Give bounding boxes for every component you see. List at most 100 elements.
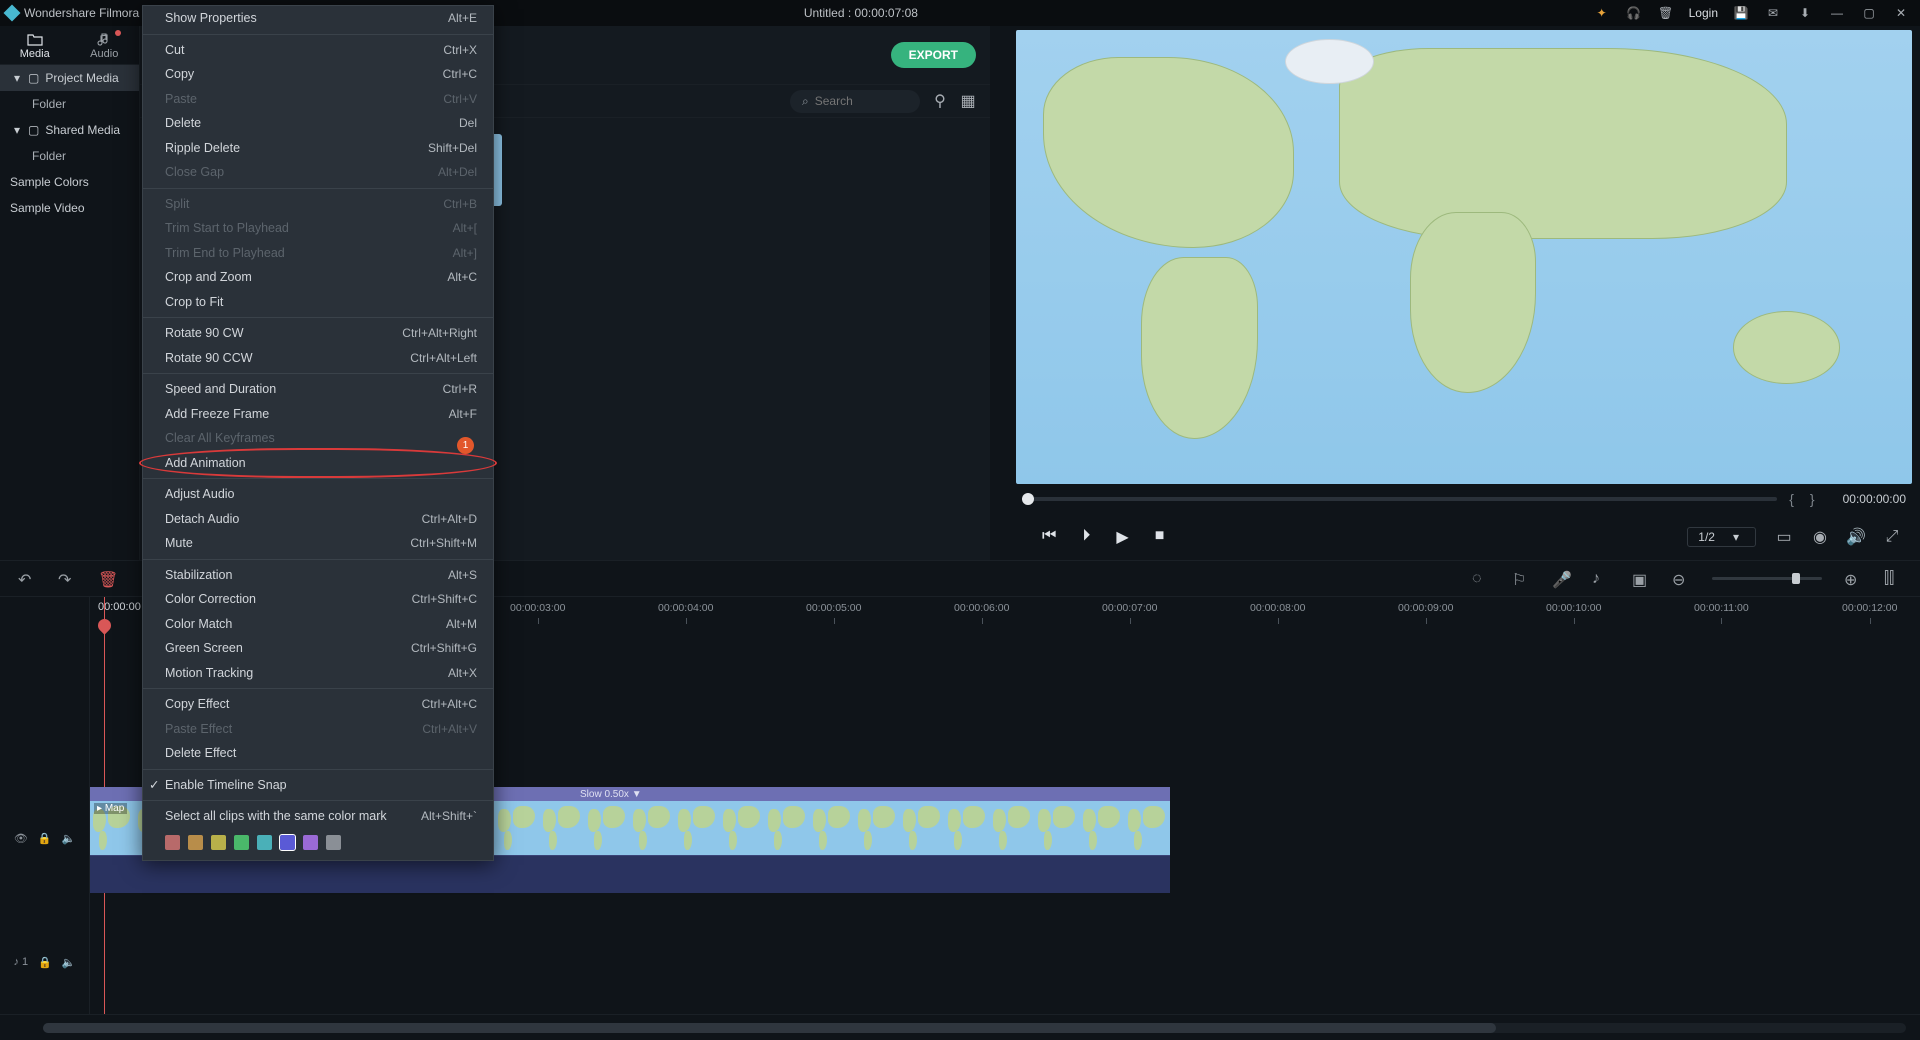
audio-track-header[interactable]: ♪ 1 🔒 🔈: [0, 950, 89, 974]
progress-knob[interactable]: [1022, 493, 1034, 505]
clip-speed-label[interactable]: Slow 0.50x ▼: [580, 789, 642, 800]
menu-item-delete-effect[interactable]: Delete Effect: [143, 741, 493, 766]
tab-media[interactable]: Media: [0, 26, 70, 64]
zoom-slider[interactable]: [1712, 577, 1822, 580]
lightbulb-icon[interactable]: ✦: [1593, 4, 1611, 22]
color-swatch[interactable]: [234, 835, 249, 850]
menu-item-ripple-delete[interactable]: Ripple DeleteShift+Del: [143, 136, 493, 161]
chevron-down-icon: ▾: [1733, 530, 1739, 544]
lock-icon[interactable]: 🔒: [38, 832, 52, 845]
clip-audio-waveform: [90, 855, 1170, 893]
menu-item-rotate-90-ccw[interactable]: Rotate 90 CCWCtrl+Alt+Left: [143, 346, 493, 371]
menu-item-color-match[interactable]: Color MatchAlt+M: [143, 612, 493, 637]
maximize-button[interactable]: ▢: [1860, 4, 1878, 22]
progress-track[interactable]: [1022, 497, 1777, 501]
menu-item-detach-audio[interactable]: Detach AudioCtrl+Alt+D: [143, 507, 493, 532]
audio-mixer-icon[interactable]: ♪: [1592, 570, 1610, 588]
display-icon[interactable]: ▭: [1776, 529, 1792, 545]
volume-icon[interactable]: 🔊: [1848, 529, 1864, 545]
mute-track-icon[interactable]: 🔈: [61, 832, 75, 845]
menu-item-select-all-clips-with-the-same-color-mark[interactable]: Select all clips with the same color mar…: [143, 804, 493, 829]
tree-sample-video[interactable]: Sample Video: [0, 195, 139, 221]
search-icon: ⌕: [802, 94, 809, 109]
mail-icon[interactable]: ✉: [1764, 4, 1782, 22]
menu-item-delete[interactable]: DeleteDel: [143, 111, 493, 136]
ruler-tick: 00:00:12:00: [1842, 602, 1897, 614]
menu-item-stabilization[interactable]: StabilizationAlt+S: [143, 563, 493, 588]
menu-item-paste: PasteCtrl+V: [143, 87, 493, 112]
tab-audio[interactable]: Audio: [70, 26, 140, 64]
filter-icon[interactable]: ⚲: [932, 93, 948, 109]
undo-icon[interactable]: ↶: [18, 570, 36, 588]
menu-item-cut[interactable]: CutCtrl+X: [143, 38, 493, 63]
zoom-in-icon[interactable]: ⊕: [1844, 570, 1862, 588]
tree-shared-media[interactable]: ▾▢ Shared Media: [0, 117, 139, 143]
color-swatch[interactable]: [257, 835, 272, 850]
lock-icon[interactable]: 🔒: [38, 956, 52, 969]
color-swatch[interactable]: [280, 835, 295, 850]
tree-folder-2[interactable]: Folder: [0, 143, 139, 169]
login-link[interactable]: Login: [1689, 6, 1718, 20]
search-input[interactable]: ⌕: [790, 90, 920, 113]
close-button[interactable]: ✕: [1892, 4, 1910, 22]
color-swatch[interactable]: [211, 835, 226, 850]
play-button[interactable]: ▶: [1116, 527, 1128, 547]
menu-item-mute[interactable]: MuteCtrl+Shift+M: [143, 531, 493, 556]
ruler-tick: 00:00:09:00: [1398, 602, 1453, 614]
video-track-header[interactable]: 👁 🔒 🔈: [0, 826, 89, 850]
menu-item-add-freeze-frame[interactable]: Add Freeze FrameAlt+F: [143, 402, 493, 427]
fullscreen-icon[interactable]: ⤢: [1884, 529, 1900, 545]
menu-item-crop-to-fit[interactable]: Crop to Fit: [143, 290, 493, 315]
horizontal-scrollbar[interactable]: [43, 1023, 1906, 1033]
redo-icon[interactable]: ↷: [58, 570, 76, 588]
menu-item-speed-and-duration[interactable]: Speed and DurationCtrl+R: [143, 377, 493, 402]
menu-item-motion-tracking[interactable]: Motion TrackingAlt+X: [143, 661, 493, 686]
menu-item-add-animation[interactable]: Add Animation: [143, 451, 493, 476]
tree-sample-colors[interactable]: Sample Colors: [0, 169, 139, 195]
prev-frame-button[interactable]: ⏮: [1042, 527, 1056, 547]
mute-track-icon[interactable]: 🔈: [62, 956, 76, 969]
left-panel: Media Audio ▾▢ Project Media Folder ▾▢ S…: [0, 26, 140, 560]
zoom-out-icon[interactable]: ⊖: [1672, 570, 1690, 588]
visibility-icon[interactable]: 👁: [14, 832, 28, 845]
step-back-button[interactable]: ⏵: [1082, 527, 1090, 547]
context-menu: Show PropertiesAlt+E CutCtrl+XCopyCtrl+CP…: [142, 5, 494, 861]
menu-item-enable-timeline-snap[interactable]: ✓Enable Timeline Snap: [143, 773, 493, 798]
menu-item-green-screen[interactable]: Green ScreenCtrl+Shift+G: [143, 636, 493, 661]
menu-item-crop-and-zoom[interactable]: Crop and ZoomAlt+C: [143, 265, 493, 290]
save-icon[interactable]: 💾: [1732, 4, 1750, 22]
grid-view-icon[interactable]: ▦: [960, 93, 976, 109]
color-swatch[interactable]: [303, 835, 318, 850]
search-field[interactable]: [815, 94, 895, 108]
tree-project-media[interactable]: ▾▢ Project Media: [0, 65, 139, 91]
menu-item-color-correction[interactable]: Color CorrectionCtrl+Shift+C: [143, 587, 493, 612]
zoom-ratio-select[interactable]: 1/2▾: [1687, 527, 1756, 547]
color-swatch[interactable]: [165, 835, 180, 850]
fit-timeline-icon[interactable]: ⫿⫿: [1884, 570, 1902, 588]
menu-item-adjust-audio[interactable]: Adjust Audio: [143, 482, 493, 507]
tree-folder-1[interactable]: Folder: [0, 91, 139, 117]
color-swatch[interactable]: [326, 835, 341, 850]
menu-item-show-properties[interactable]: Show PropertiesAlt+E: [143, 6, 493, 31]
gift-icon[interactable]: 🗑: [1657, 4, 1675, 22]
crop-icon[interactable]: ▣: [1632, 570, 1650, 588]
stop-button[interactable]: ■: [1155, 527, 1165, 547]
download-icon[interactable]: ⬇: [1796, 4, 1814, 22]
render-icon[interactable]: ◌: [1472, 570, 1490, 588]
export-button[interactable]: EXPORT: [891, 42, 976, 68]
menu-item-copy-effect[interactable]: Copy EffectCtrl+Alt+C: [143, 692, 493, 717]
ruler-tick: 00:00:10:00: [1546, 602, 1601, 614]
preview-timecode: 00:00:00:00: [1843, 492, 1906, 506]
color-swatch[interactable]: [188, 835, 203, 850]
voiceover-icon[interactable]: 🎤: [1552, 570, 1570, 588]
preview-canvas[interactable]: [1016, 30, 1912, 484]
marker-icon[interactable]: ⚐: [1512, 570, 1530, 588]
headphones-icon[interactable]: 🎧: [1625, 4, 1643, 22]
snapshot-icon[interactable]: ◉: [1812, 529, 1828, 545]
notification-dot: [115, 30, 121, 36]
delete-icon[interactable]: 🗑: [98, 570, 116, 588]
menu-item-rotate-90-cw[interactable]: Rotate 90 CWCtrl+Alt+Right: [143, 321, 493, 346]
scrollbar-thumb[interactable]: [43, 1023, 1496, 1033]
menu-item-copy[interactable]: CopyCtrl+C: [143, 62, 493, 87]
minimize-button[interactable]: —: [1828, 4, 1846, 22]
